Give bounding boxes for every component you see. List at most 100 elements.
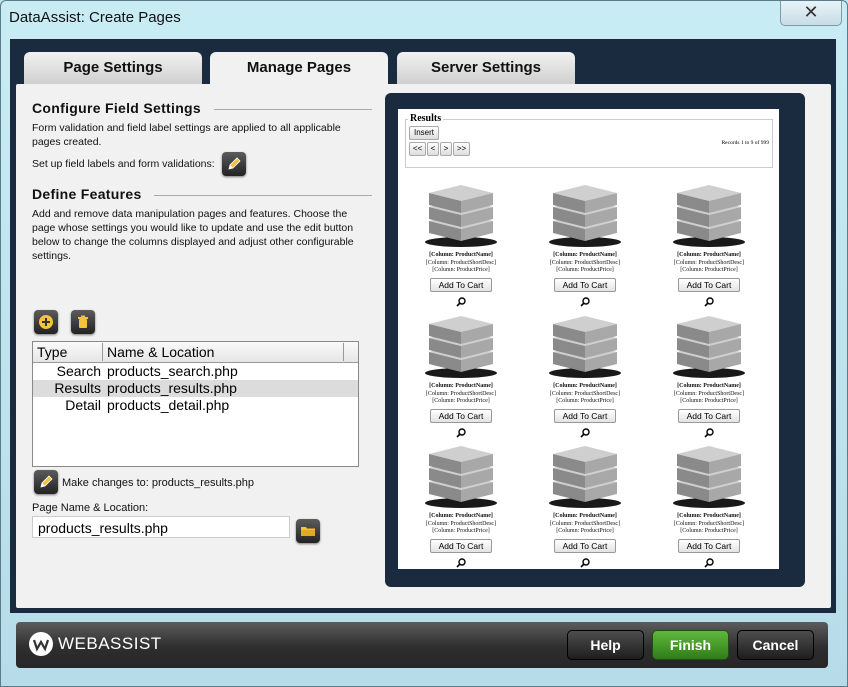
add-to-cart-button[interactable]: Add To Cart (677, 538, 741, 553)
browse-folder-button[interactable] (296, 519, 320, 543)
page-name-input[interactable]: products_results.php (32, 516, 290, 538)
product-card: [Column: ProductName] [Column: ProductSho… (540, 432, 630, 568)
setup-label: Set up field labels and form validations… (32, 158, 215, 170)
product-price: [Column: ProductPrice] (680, 398, 738, 404)
plus-icon (39, 315, 53, 329)
product-image (549, 316, 621, 378)
product-name: [Column: ProductName] (553, 513, 617, 519)
page-name-label: Page Name & Location: (32, 502, 149, 514)
product-name: [Column: ProductName] (677, 383, 741, 389)
webassist-logo-icon (29, 632, 53, 656)
section-divider (154, 195, 372, 196)
pages-list[interactable]: Type Name & Location Search products_sea… (32, 341, 359, 467)
last-page-button[interactable]: >> (453, 142, 470, 156)
row-type: Results (54, 380, 101, 396)
product-name: [Column: ProductName] (677, 252, 741, 258)
add-to-cart-button[interactable]: Add To Cart (553, 538, 617, 553)
close-button[interactable]: ✕ (780, 1, 842, 26)
product-image (549, 185, 621, 247)
edit-field-settings-button[interactable] (222, 152, 246, 176)
add-to-cart-button[interactable]: Add To Cart (677, 277, 741, 292)
product-name: [Column: ProductName] (553, 383, 617, 389)
configure-field-settings-title: Configure Field Settings (32, 100, 201, 116)
configure-description: Form validation and field label settings… (32, 122, 341, 148)
cancel-button[interactable]: Cancel (737, 630, 814, 660)
add-page-button[interactable] (34, 310, 58, 334)
search-icon (456, 557, 466, 568)
list-row[interactable]: Search products_search.php (33, 363, 358, 380)
product-card: [Column: ProductName] [Column: ProductSho… (664, 432, 754, 568)
product-price: [Column: ProductPrice] (432, 398, 490, 404)
define-features-title: Define Features (32, 186, 142, 202)
edit-page-button[interactable] (34, 470, 58, 494)
product-card: [Column: ProductName] [Column: ProductSho… (540, 171, 630, 307)
row-name: products_detail.php (107, 397, 230, 413)
tab-server-settings[interactable]: Server Settings (397, 52, 575, 84)
product-desc: [Column: ProductShortDesc] (425, 259, 497, 266)
product-image (673, 185, 745, 247)
row-type: Detail (65, 397, 101, 413)
tab-manage-pages[interactable]: Manage Pages (210, 52, 388, 85)
product-price: [Column: ProductPrice] (432, 528, 490, 534)
list-header: Type Name & Location (33, 342, 358, 363)
logo-text: WEBASSIST (58, 634, 162, 653)
magnifier-icon[interactable] (664, 555, 754, 570)
insert-button[interactable]: Insert (409, 126, 439, 140)
product-image (425, 185, 497, 247)
magnifier-icon[interactable] (416, 555, 506, 570)
trash-icon (78, 315, 88, 328)
list-row-selected[interactable]: Results products_results.php (33, 380, 358, 397)
footer-bar: WEBASSIST Help Finish Cancel (16, 622, 828, 668)
features-description: Add and remove data manipulation pages a… (32, 208, 354, 262)
pencil-icon (40, 475, 53, 488)
product-desc: [Column: ProductShortDesc] (673, 520, 745, 527)
help-button[interactable]: Help (567, 630, 644, 660)
product-desc: [Column: ProductShortDesc] (673, 259, 745, 266)
product-desc: [Column: ProductShortDesc] (549, 390, 621, 397)
first-page-button[interactable]: << (409, 142, 426, 156)
folder-icon (301, 527, 315, 536)
column-name-location[interactable]: Name & Location (103, 343, 344, 361)
product-desc: [Column: ProductShortDesc] (549, 520, 621, 527)
product-price: [Column: ProductPrice] (556, 398, 614, 404)
product-image (673, 316, 745, 378)
results-legend: Results (408, 113, 444, 124)
results-fieldset: Results Insert << < > >> Records 1 to 9 … (405, 113, 773, 168)
window-title: DataAssist: Create Pages (9, 9, 181, 26)
magnifier-icon[interactable] (540, 555, 630, 570)
add-to-cart-button[interactable]: Add To Cart (553, 277, 617, 292)
prev-page-button[interactable]: < (427, 142, 439, 156)
add-to-cart-button[interactable]: Add To Cart (429, 538, 493, 553)
dialog-frame: Page Settings Manage Pages Server Settin… (10, 39, 836, 613)
tab-page-settings[interactable]: Page Settings (24, 52, 202, 84)
list-row[interactable]: Detail products_detail.php (33, 397, 358, 414)
product-card: [Column: ProductName] [Column: ProductSho… (416, 171, 506, 307)
product-name: [Column: ProductName] (677, 513, 741, 519)
webassist-logo: WEBASSIST (28, 631, 162, 657)
product-card: [Column: ProductName] [Column: ProductSho… (664, 171, 754, 307)
finish-button[interactable]: Finish (652, 630, 729, 660)
column-type[interactable]: Type (33, 343, 103, 361)
add-to-cart-button[interactable]: Add To Cart (429, 408, 493, 423)
product-desc: [Column: ProductShortDesc] (425, 390, 497, 397)
records-count: Records 1 to 9 of 999 (721, 140, 769, 146)
product-image (425, 446, 497, 508)
product-desc: [Column: ProductShortDesc] (549, 259, 621, 266)
product-image (549, 446, 621, 508)
product-desc: [Column: ProductShortDesc] (425, 520, 497, 527)
product-desc: [Column: ProductShortDesc] (673, 390, 745, 397)
add-to-cart-button[interactable]: Add To Cart (553, 408, 617, 423)
product-card: [Column: ProductName] [Column: ProductSho… (416, 432, 506, 568)
delete-page-button[interactable] (71, 310, 95, 334)
next-page-button[interactable]: > (440, 142, 452, 156)
row-type: Search (56, 363, 101, 379)
make-changes-label: Make changes to: products_results.php (62, 477, 255, 489)
row-name: products_results.php (107, 380, 237, 396)
product-name: [Column: ProductName] (429, 383, 493, 389)
row-name: products_search.php (107, 363, 238, 379)
preview-frame: Results Insert << < > >> Records 1 to 9 … (385, 93, 805, 587)
add-to-cart-button[interactable]: Add To Cart (429, 277, 493, 292)
add-to-cart-button[interactable]: Add To Cart (677, 408, 741, 423)
product-image (425, 316, 497, 378)
search-icon (704, 557, 714, 568)
